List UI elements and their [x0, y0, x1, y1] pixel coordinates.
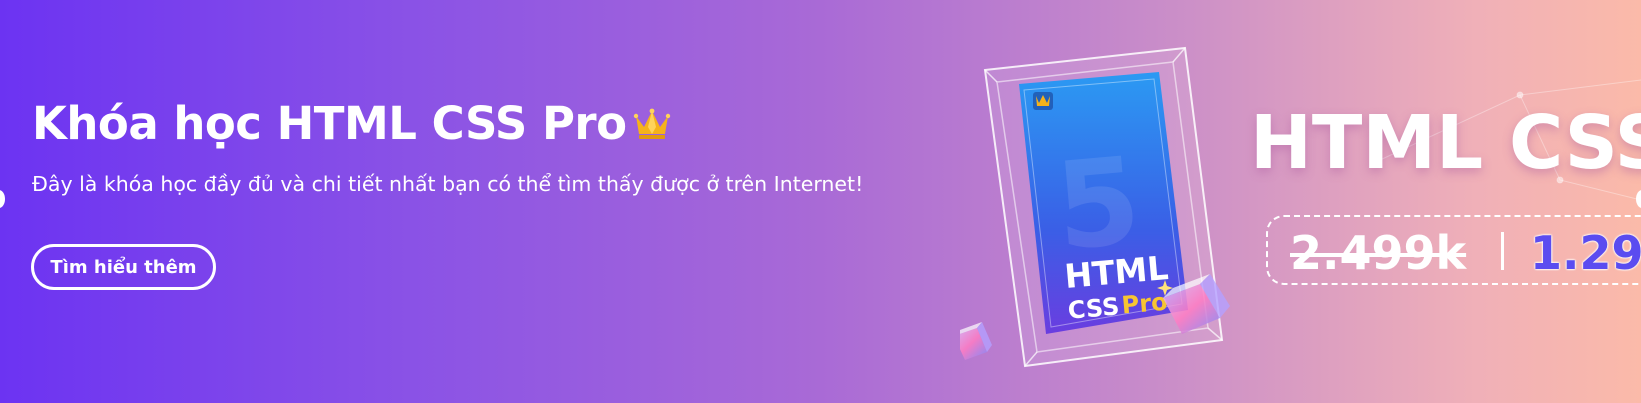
crown-icon — [633, 108, 670, 139]
hero-banner: Khóa học HTML CSS Pro Đây là khóa học đầ… — [0, 0, 1641, 403]
learn-more-button[interactable]: Tìm hiểu thêm — [31, 244, 216, 290]
banner-subtitle: Đây là khóa học đầy đủ và chi tiết nhất … — [32, 172, 864, 196]
banner-title: Khóa học HTML CSS Pro — [32, 97, 627, 150]
course-card: 5 HTML CSS Pro — [1019, 72, 1188, 334]
card-title-pro: Pro — [1120, 288, 1168, 320]
card-title-css: CSS — [1067, 292, 1121, 324]
new-price: 1.29 — [1530, 226, 1641, 280]
glass-cube-small — [960, 322, 992, 360]
carousel-next-dot[interactable] — [1636, 190, 1641, 208]
card-crown-icon — [1033, 92, 1053, 110]
banner-content: Khóa học HTML CSS Pro Đây là khóa học đầ… — [32, 96, 932, 198]
promo-headline: HTML CSS P — [1250, 100, 1641, 186]
price-divider — [1501, 232, 1504, 270]
title-row: Khóa học HTML CSS Pro — [32, 96, 932, 152]
carousel-prev-dot[interactable] — [0, 190, 5, 208]
old-price: 2.499k — [1290, 226, 1467, 280]
